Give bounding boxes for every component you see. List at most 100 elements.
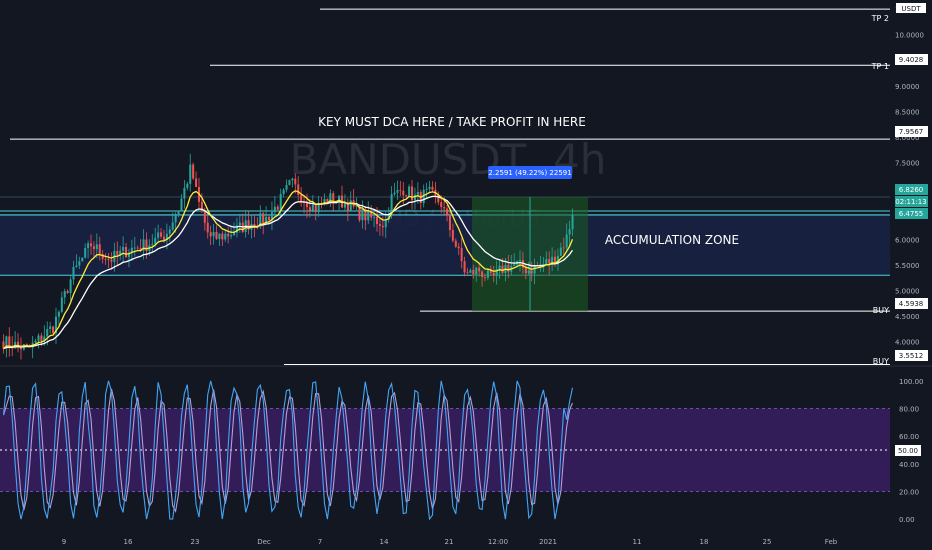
candle-body xyxy=(294,178,297,185)
candle-body xyxy=(361,208,364,221)
candle-body xyxy=(238,222,241,226)
candle-body xyxy=(107,259,110,261)
candle-body xyxy=(565,234,568,248)
candle-body xyxy=(40,335,43,342)
candle-body xyxy=(25,344,28,346)
time-axis-tick-label: 14 xyxy=(380,538,389,546)
candle-body xyxy=(384,219,387,228)
candle-body xyxy=(466,272,469,274)
candle-body xyxy=(57,311,60,317)
candle-body xyxy=(524,267,527,274)
candle-body xyxy=(154,237,157,244)
candle-body xyxy=(110,259,113,262)
candle-body xyxy=(288,180,291,185)
candle-body xyxy=(87,243,90,249)
candle-body xyxy=(431,186,434,190)
measure-tag: 2.2591 (49.22%) 22591 xyxy=(488,169,571,177)
key-price-tag: 7.9567 xyxy=(899,128,924,136)
candle-body xyxy=(98,244,101,254)
candle-body xyxy=(66,291,69,293)
candle-body xyxy=(411,186,414,201)
osc-axis-tick-label: 80.00 xyxy=(899,406,919,414)
candle-body xyxy=(542,263,545,265)
candle-body xyxy=(227,233,230,237)
candle-body xyxy=(69,279,72,293)
price-axis-tick-label: 10.0000 xyxy=(895,32,924,40)
candle-body xyxy=(291,178,294,181)
candle-body xyxy=(46,328,49,337)
candle-body xyxy=(209,232,212,237)
candle-body xyxy=(405,195,408,196)
candle-body xyxy=(180,198,183,211)
candle-body xyxy=(481,271,484,277)
time-axis-tick-label: 21 xyxy=(445,538,454,546)
candle-body xyxy=(285,184,288,190)
buy2-price-tag: 3.5512 xyxy=(899,352,924,360)
candle-body xyxy=(308,207,311,211)
candle-body xyxy=(533,265,536,274)
candle-body xyxy=(498,265,501,270)
candle-body xyxy=(548,259,551,264)
candle-body xyxy=(221,233,224,240)
time-axis-tick-label: 25 xyxy=(763,538,772,546)
candle-body xyxy=(157,232,160,238)
time-axis-tick-label: Dec xyxy=(257,538,271,546)
candle-body xyxy=(314,204,317,213)
candle-body xyxy=(92,246,95,250)
candle-body xyxy=(8,336,11,347)
candle-body xyxy=(72,266,75,280)
candle-body xyxy=(559,247,562,256)
buy1-price-tag: 4.5938 xyxy=(899,300,924,308)
candle-body xyxy=(545,259,548,264)
candle-body xyxy=(84,248,87,258)
time-axis-tick-label: 2021 xyxy=(539,538,557,546)
candle-body xyxy=(375,216,379,225)
candle-body xyxy=(378,224,381,226)
candle-body xyxy=(399,190,402,191)
accumulation-zone xyxy=(0,214,890,276)
candle-body xyxy=(268,216,271,221)
candle-body xyxy=(203,211,206,223)
candle-body xyxy=(189,164,192,184)
candle-body xyxy=(416,192,419,195)
price-axis-tick-label: 5.5000 xyxy=(895,262,920,270)
candle-body xyxy=(425,188,428,190)
time-axis-tick-label: 23 xyxy=(191,538,200,546)
price-axis-tick-label: 8.5000 xyxy=(895,108,920,116)
candle-body xyxy=(367,210,370,221)
price-axis-tick-label: 7.5000 xyxy=(895,160,920,168)
candle-body xyxy=(396,190,399,193)
candle-body xyxy=(95,244,98,250)
candle-body xyxy=(475,267,478,275)
buy-label-1: BUY xyxy=(873,306,889,315)
candle-body xyxy=(276,206,279,210)
candle-body xyxy=(63,291,66,298)
candle-body xyxy=(60,297,63,312)
candle-body xyxy=(218,233,221,239)
candle-body xyxy=(571,214,574,230)
osc-axis-tick-label: 100.00 xyxy=(899,378,924,386)
candle-body xyxy=(168,229,171,234)
candle-body xyxy=(75,265,78,267)
candle-body xyxy=(568,229,571,235)
candle-body xyxy=(443,207,446,209)
chart-root: BANDUSDT, 4h BAND / TetherUS 4.00004.500… xyxy=(0,0,932,550)
price-axis-tick-label: 6.0000 xyxy=(895,236,920,244)
candle-body xyxy=(562,247,565,249)
candle-body xyxy=(513,264,516,266)
candle-body xyxy=(454,240,457,247)
candle-body xyxy=(349,200,352,211)
tp1-label: TP 1 xyxy=(871,62,889,71)
candle-body xyxy=(492,272,495,276)
candle-body xyxy=(34,340,37,343)
candle-body xyxy=(282,189,285,195)
time-axis-tick-label: 11 xyxy=(633,538,642,546)
buy-label-2: BUY xyxy=(873,357,889,366)
candle-body xyxy=(408,186,411,196)
osc-axis-tick-label: 20.00 xyxy=(899,488,919,496)
candle-body xyxy=(448,214,451,230)
osc-axis-tick-label: 40.00 xyxy=(899,461,919,469)
candle-body xyxy=(49,326,52,329)
candle-body xyxy=(483,276,487,278)
candle-body xyxy=(232,232,236,236)
